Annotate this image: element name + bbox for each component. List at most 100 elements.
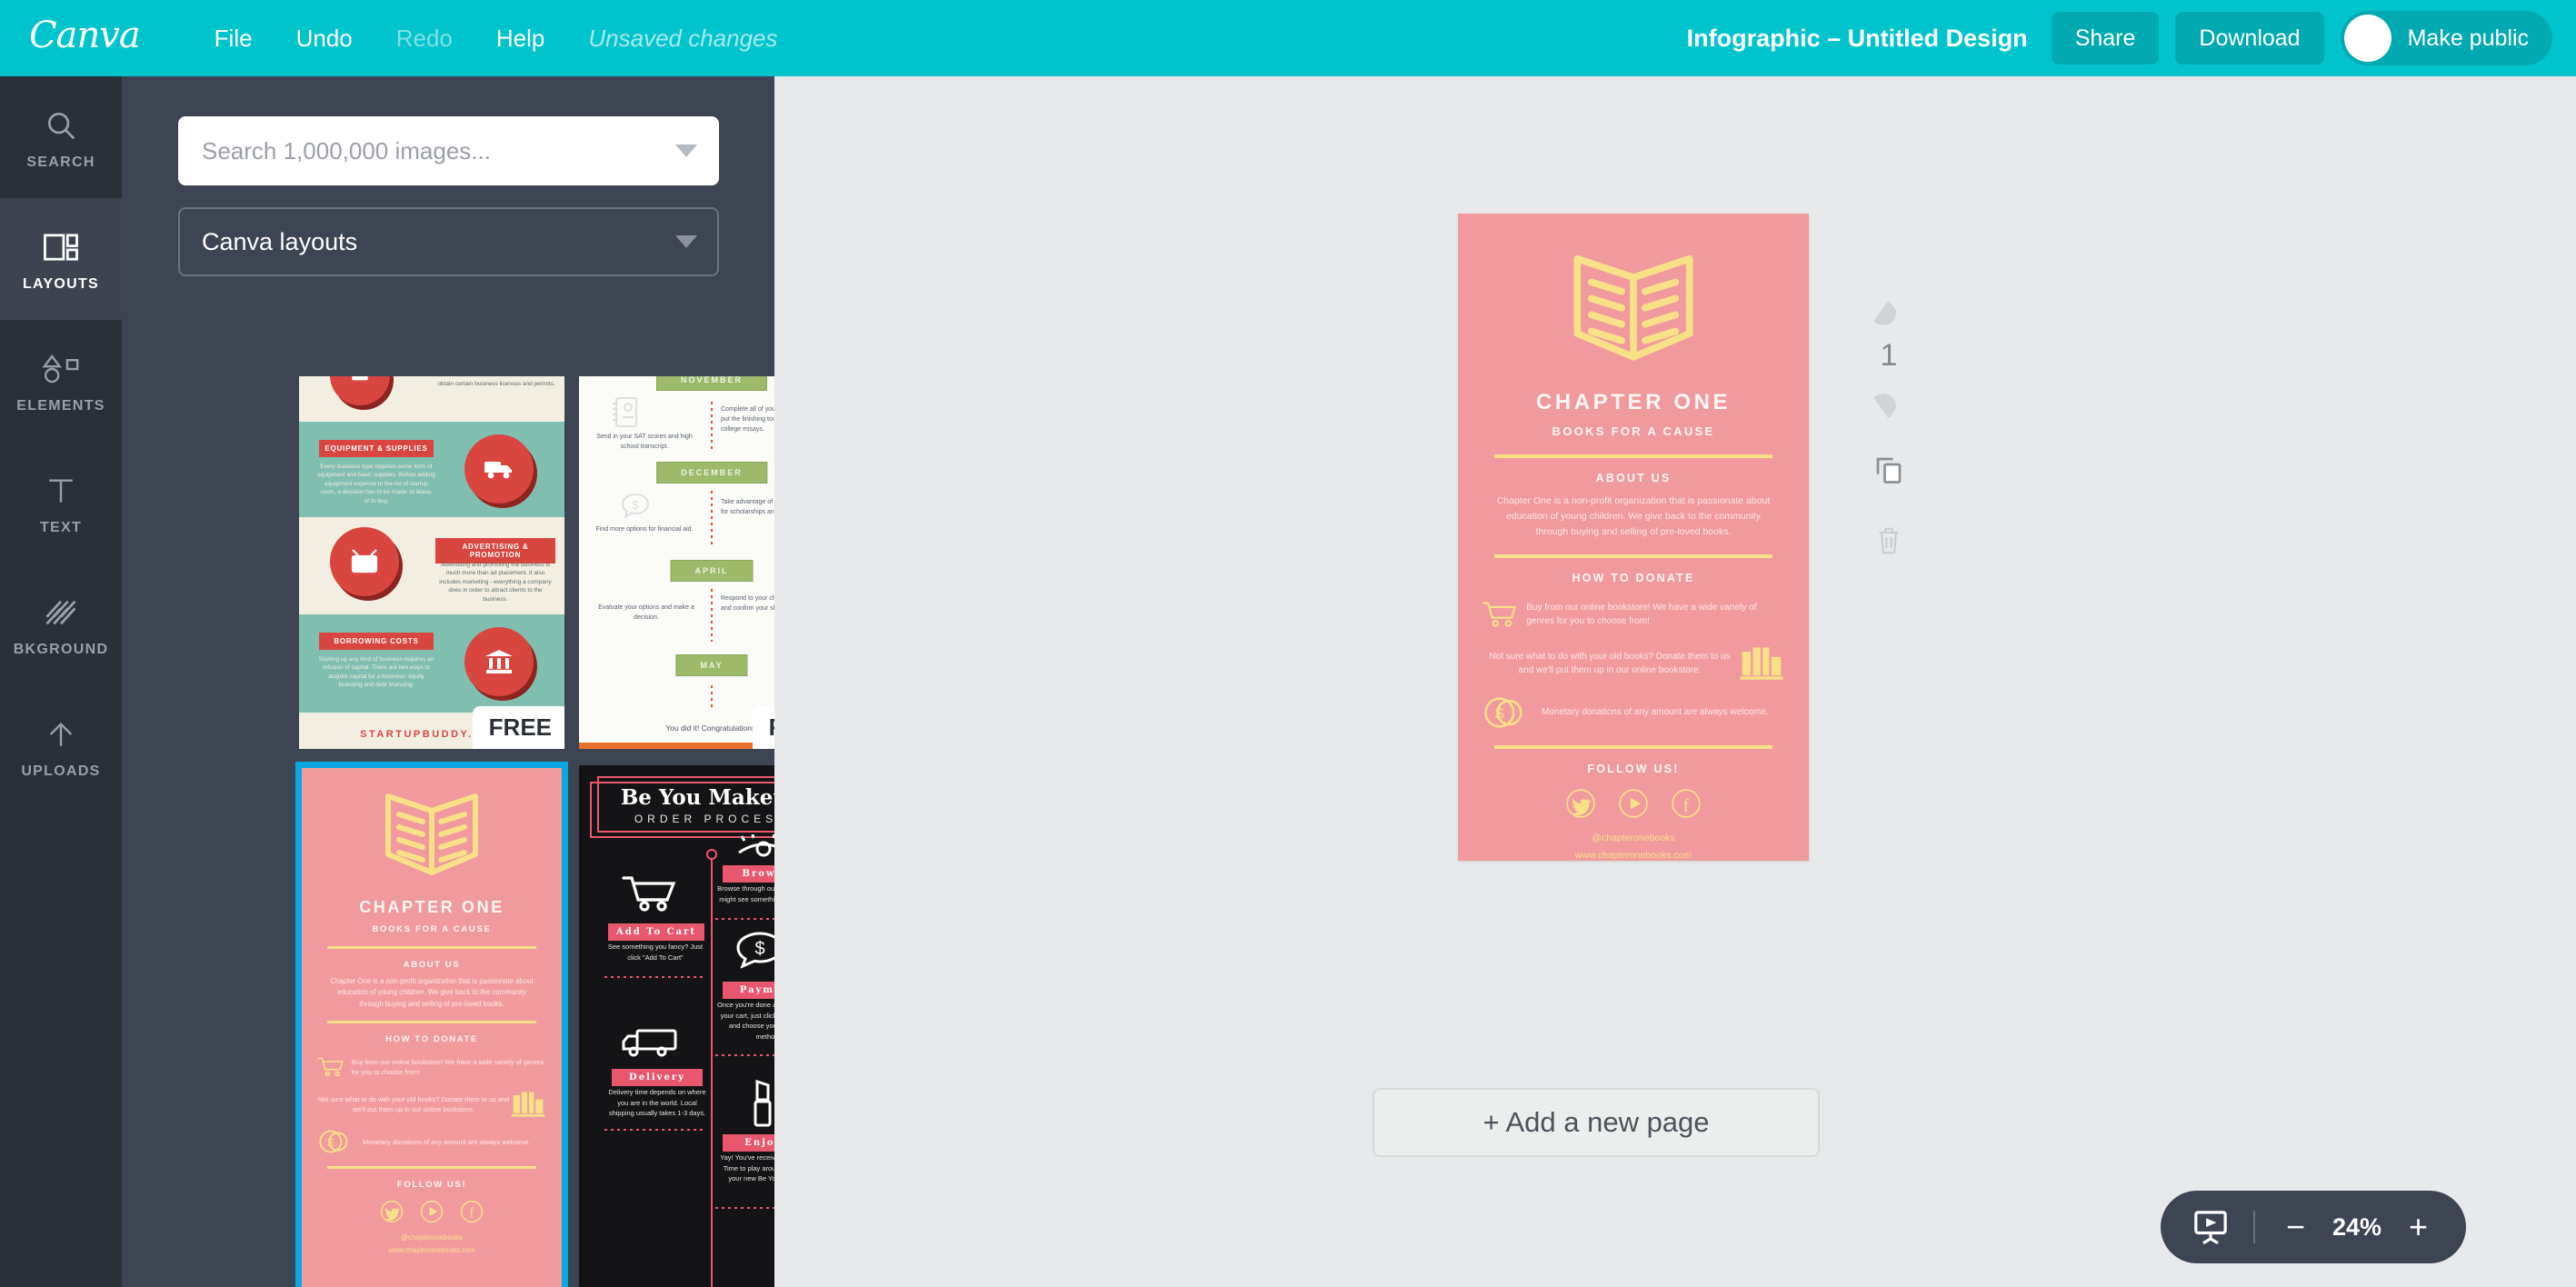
layout-thumbnail-chapter-one[interactable]: CHAPTER ONE BOOKS FOR A CAUSE ABOUT US C… [295,762,568,1287]
design-page-1[interactable]: CHAPTER ONE BOOKS FOR A CAUSE ABOUT US C… [1458,214,1809,861]
preview-donate-item-1: Not sure what to do with your old books?… [299,1090,564,1119]
menu-help[interactable]: Help [474,25,566,53]
chevron-down-icon[interactable] [675,145,697,157]
text-icon [45,470,77,512]
background-icon [44,592,78,634]
sidebar-item-uploads[interactable]: UPLOADS [0,685,122,807]
thumb2-month-2: APRIL [670,560,754,582]
sidebar-label-background: TEXT [39,519,83,535]
bank-icon [464,627,534,696]
category-dropdown-value: Canva layouts [202,227,358,255]
duplicate-page-icon[interactable] [1872,454,1905,491]
thumb4-tag-0: Browse [723,865,774,883]
menu-file[interactable]: File [193,25,275,53]
main-menu: File Undo Redo Help Unsaved changes [193,25,800,53]
document-title[interactable]: Infographic – Untitled Design [1687,25,2028,53]
menu-undo[interactable]: Undo [275,25,374,53]
thumb4-body-2: Once you're done adding items to your ca… [717,1001,774,1041]
contacts-icon [613,397,637,427]
layout-thumbnail-startup-costs[interactable]: obtain certain business licenses and per… [299,376,564,749]
facebook-icon[interactable]: f [1671,788,1702,819]
layout-thumbnail-college-timeline[interactable]: NOVEMBER Send in your SAT scores and hig… [579,376,774,749]
download-button[interactable]: Download [2175,12,2324,65]
youtube-play-icon[interactable] [1618,788,1649,819]
books-shelf-icon [1740,647,1783,680]
svg-text:f: f [469,1206,474,1222]
donate-item-2: $ Monetary donations of any amount are a… [1458,694,1809,731]
present-icon[interactable] [2192,1208,2230,1246]
books-shelf-icon [511,1092,545,1118]
thumb2-month-0: NOVEMBER [655,376,768,391]
zoom-out-button[interactable]: − [2279,1211,2312,1243]
twitter-icon[interactable] [1565,788,1596,819]
make-public-label: Make public [2407,25,2529,51]
youtube-play-icon [420,1201,444,1223]
thumb2-bottom-bar [579,743,774,749]
category-dropdown[interactable]: Canva layouts [178,207,719,276]
thumb4-node-top [706,849,717,860]
move-page-up-icon[interactable] [1871,300,1907,325]
thumb4-body-4: Yay! You've received your items. Time to… [720,1153,774,1183]
preview-about-body: Chapter One is a non-profit organization… [330,977,534,1008]
about-heading: ABOUT US [1595,472,1672,484]
add-new-page-button[interactable]: + Add a new page [1373,1088,1820,1157]
donate-text-0: Buy from our online bookstore! We have a… [1526,602,1757,627]
preview-about-heading: ABOUT US [403,960,461,970]
design-title: CHAPTER ONE [1535,390,1732,414]
design-website: www.chapteronebooks.com [1574,849,1692,861]
menu-redo[interactable]: Redo [374,25,474,53]
search-icon [44,105,78,146]
svg-text:$: $ [327,1136,334,1150]
layout-thumbnail-be-you-makeup[interactable]: Be You Makeup ORDER PROCESS Browse Brows… [579,765,774,1287]
preview-handle: @chapteronebooks [401,1233,463,1242]
sidebar-item-text[interactable]: TEXT [0,442,122,564]
sidebar-label-elements: ELEMENTS [16,397,105,414]
social-row: f [1458,788,1809,819]
delete-page-icon[interactable] [1874,525,1903,561]
chapter-one-infographic: CHAPTER ONE BOOKS FOR A CAUSE ABOUT US C… [1458,214,1809,861]
sidebar-item-elements[interactable]: ELEMENTS [0,320,122,442]
thumb2-month-1: DECEMBER [656,462,767,484]
elements-icon [42,348,80,390]
canvas-area[interactable]: CHAPTER ONE BOOKS FOR A CAUSE ABOUT US C… [774,76,2576,1287]
divider [327,1021,536,1024]
thumb2-right-2: Respond to your chosen college and confi… [721,595,774,612]
make-public-toggle[interactable]: Make public [2340,11,2552,65]
thumb2-left-2: Evaluate your options and make a decisio… [598,604,694,621]
sidebar-item-search[interactable]: SEARCH [0,76,122,198]
move-page-down-icon[interactable] [1871,394,1907,419]
shopping-cart-icon [1482,602,1517,627]
free-badge: FREE [472,706,564,749]
thumb1-tag-1: ADVERTISING & PROMOTION [435,538,555,564]
sidebar-label-layouts: LAYOUTS [22,275,100,292]
donate-heading: HOW TO DONATE [1572,572,1695,584]
donate-text-2: Monetary donations of any amount are alw… [1542,707,1769,718]
open-book-icon [1573,254,1693,361]
search-input[interactable]: Search 1,000,000 images... [178,116,719,185]
sidebar-item-bkground[interactable]: BKGROUND [0,564,122,685]
thumb4-body-1: See something you fancy? Just click "Add… [607,943,704,962]
thumb4-title: Be You Makeup [620,785,774,810]
chevron-down-icon [675,235,697,248]
preview-subtitle: BOOKS FOR A CAUSE [372,924,492,934]
thumb4-body-0: Browse through our website. You might se… [717,884,774,903]
sidebar-item-layouts[interactable]: LAYOUTS [0,198,122,320]
shopping-cart-icon [317,1058,344,1077]
thumb4-tag-4: Enjoy! [723,1134,774,1152]
thumb2-month-3: MAY [675,654,748,676]
divider [1494,454,1772,458]
preview-social-row: f [299,1200,564,1223]
zoom-in-button[interactable]: + [2401,1211,2435,1243]
tv-icon [330,527,399,596]
share-button[interactable]: Share [2051,12,2160,65]
coins-icon: $ [1484,697,1523,728]
lipstick-icon [754,1079,772,1127]
thumb1-tag-2: BORROWING COSTS [319,633,434,650]
canva-logo[interactable]: Canva [29,17,141,59]
svg-text:$: $ [754,939,764,959]
chapter-one-preview: CHAPTER ONE BOOKS FOR A CAUSE ABOUT US C… [299,765,564,1287]
thumb4-timeline-spine [711,853,713,1287]
preview-donate-text-0: Buy from our online bookstore! We have a… [351,1058,544,1077]
donate-text-1: Not sure what to do with your old books?… [1489,651,1731,676]
donate-item-0: Buy from our online bookstore! We have a… [1458,596,1809,633]
